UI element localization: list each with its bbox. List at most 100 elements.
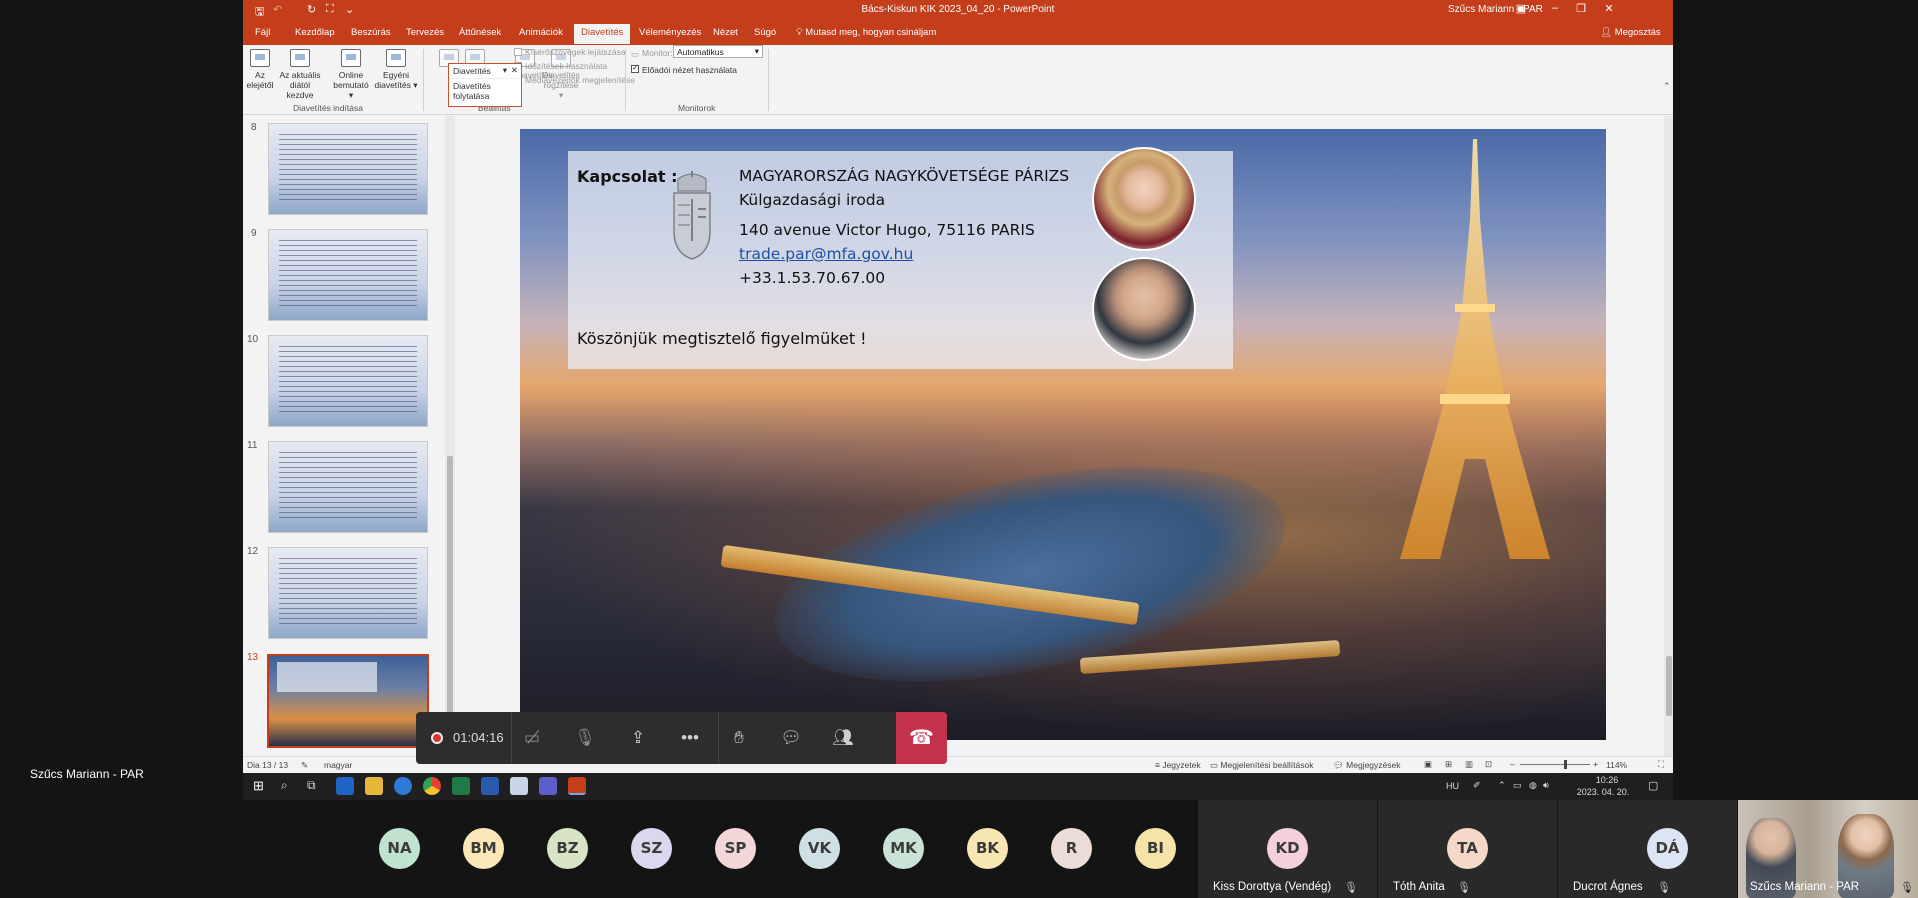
participant-tile[interactable]: DÁ Ducrot Ágnes 🎙︎ — [1558, 800, 1737, 898]
tab-review[interactable]: Véleményezés — [639, 27, 701, 38]
word-icon[interactable] — [481, 777, 499, 795]
powerpoint-icon[interactable] — [568, 777, 586, 795]
participant-avatar[interactable]: R — [1051, 828, 1092, 869]
notification-icon[interactable]: ▢ — [1648, 779, 1658, 792]
avatar-initials: BK — [975, 839, 1000, 857]
presenter-view-checkbox[interactable]: Előadói nézet használata — [631, 65, 737, 75]
hang-up-button[interactable]: ☎︎ — [896, 712, 947, 764]
video-tile[interactable]: Szűcs Mariann - PAR 🎙︎ — [1738, 800, 1918, 898]
show-hidden-icons[interactable]: ⌃ — [1498, 780, 1506, 791]
file-explorer-icon[interactable] — [365, 777, 383, 795]
participant-tile[interactable]: TA Tóth Anita 🎙︎ — [1378, 800, 1557, 898]
dropdown-item-resume-slideshow[interactable]: Diavetítés folytatása — [449, 79, 521, 103]
tab-help[interactable]: Súgó — [754, 27, 776, 38]
play-narrations-checkbox[interactable]: Kísérőszövegek lejátszása — [514, 47, 626, 57]
slide-thumbnail-13[interactable] — [267, 654, 429, 748]
display-settings-button[interactable]: ▭ Megjelenítési beállítások — [1210, 760, 1314, 771]
participant-avatar[interactable]: NA — [379, 828, 420, 869]
participant-avatar[interactable]: VK — [799, 828, 840, 869]
participant-tile[interactable]: KD Kiss Dorottya (Vendég) 🎙︎ — [1198, 800, 1377, 898]
slide-sorter-icon[interactable]: ⊞ — [1445, 759, 1452, 770]
slideshow-view-icon[interactable]: ⊡ — [1485, 759, 1492, 770]
more-options-icon[interactable]: ••• — [672, 722, 708, 754]
tab-insert[interactable]: Beszúrás — [351, 27, 391, 38]
tell-me-search[interactable]: 💡︎ Mutasd meg, hogyan csináljam — [796, 27, 936, 38]
language-indicator[interactable]: magyar — [324, 760, 352, 770]
edge-icon[interactable] — [394, 777, 412, 795]
slide-scrollbar[interactable] — [1664, 116, 1673, 756]
slide-canvas[interactable]: Kapcsolat : MAGYARORSZÁG NAGYKÖVETSÉGE P… — [520, 129, 1606, 740]
tab-transitions[interactable]: Áttűnések — [459, 27, 501, 38]
participants-icon[interactable]: 👥︎ — [825, 722, 861, 754]
normal-view-icon[interactable]: ▣ — [1424, 759, 1432, 770]
tab-slideshow[interactable]: Diavetítés — [574, 24, 631, 44]
task-view-icon[interactable]: ⧉ — [307, 778, 316, 793]
tab-animations[interactable]: Animációk — [519, 27, 563, 38]
thumbnail-number: 9 — [251, 228, 257, 239]
slide-thumbnail-10[interactable] — [268, 335, 428, 427]
from-beginning-button[interactable]: Az elejétől — [245, 49, 275, 90]
monitor-select[interactable]: Automatikus ▾ — [673, 45, 763, 58]
network-icon[interactable]: ◍ — [1529, 780, 1537, 791]
participant-avatar[interactable]: BI — [1135, 828, 1176, 869]
use-timings-checkbox[interactable]: Időzítések használata — [514, 61, 607, 71]
clock-date[interactable]: 2023. 04. 20. — [1573, 787, 1633, 797]
slide-thumbnail-11[interactable] — [268, 441, 428, 533]
participant-avatar[interactable]: BM — [463, 828, 504, 869]
excel-icon[interactable] — [452, 777, 470, 795]
zoom-slider-thumb[interactable] — [1564, 760, 1567, 769]
ribbon-display-icon[interactable]: ▣ — [1507, 2, 1535, 15]
participant-avatar[interactable]: BK — [967, 828, 1008, 869]
share-button[interactable]: 👤︎ Megosztás — [1600, 27, 1661, 38]
teams-icon[interactable] — [539, 777, 557, 795]
restore-icon[interactable]: ❐ — [1567, 2, 1595, 15]
custom-slideshow-button[interactable]: Egyéni diavetítés ▾ — [374, 49, 418, 90]
slide-thumbnail-9[interactable] — [268, 229, 428, 321]
show-media-controls-checkbox[interactable]: Médiavezérlők megjelenítése — [514, 75, 635, 85]
scrollbar-thumb[interactable] — [447, 456, 453, 741]
pen-icon[interactable]: ✐ — [1473, 780, 1481, 791]
tab-file[interactable]: Fájl — [255, 27, 270, 38]
comments-button[interactable]: 💬︎ Megjegyzések — [1333, 760, 1401, 771]
reading-view-icon[interactable]: ▥ — [1465, 759, 1473, 770]
dropdown-item-slideshow[interactable]: Diavetítés ▾ ✕ — [449, 64, 521, 79]
clock-time[interactable]: 10:26 — [1581, 775, 1633, 785]
online-present-button[interactable]: Online bemutató ▾ — [330, 49, 372, 100]
windows-start-icon[interactable]: ⊞ — [253, 778, 264, 794]
close-icon[interactable]: ✕ — [511, 65, 518, 76]
input-language[interactable]: HU — [1446, 781, 1459, 791]
mic-muted-icon[interactable]: 🎙︎ — [567, 722, 603, 754]
from-current-slide-button[interactable]: Az aktuális diától kezdve — [276, 49, 324, 100]
thumbnail-scrollbar[interactable] — [445, 116, 455, 756]
scrollbar-thumb[interactable] — [1666, 656, 1672, 716]
tab-design[interactable]: Tervezés — [406, 27, 444, 38]
zoom-out-icon[interactable]: – — [1510, 759, 1515, 769]
collapse-ribbon-icon[interactable]: ⌃ — [1663, 81, 1671, 92]
participant-avatar[interactable]: SZ — [631, 828, 672, 869]
camera-off-icon[interactable]: ▭̸ — [514, 722, 550, 754]
participant-avatar[interactable]: BZ — [547, 828, 588, 869]
fit-to-window-icon[interactable]: ⛶ — [1658, 759, 1664, 770]
zoom-level[interactable]: 114% — [1606, 760, 1627, 770]
chrome-icon[interactable] — [423, 777, 441, 795]
participant-avatar[interactable]: MK — [883, 828, 924, 869]
search-icon[interactable]: ⌕ — [281, 778, 288, 793]
chat-icon[interactable]: 💬︎ — [773, 722, 809, 754]
email-link[interactable]: trade.par@mfa.gov.hu — [739, 245, 913, 263]
participant-avatar[interactable]: SP — [715, 828, 756, 869]
slide-thumbnail-8[interactable] — [268, 123, 428, 215]
close-icon[interactable]: ✕ — [1595, 2, 1623, 15]
tab-view[interactable]: Nézet — [713, 27, 738, 38]
share-screen-icon[interactable]: ⇪ — [620, 722, 656, 754]
notes-button[interactable]: ≡ Jegyzetek — [1155, 760, 1201, 770]
outlook-icon[interactable] — [336, 777, 354, 795]
volume-icon[interactable]: 🔊︎ — [1543, 780, 1549, 791]
slide-thumbnail-12[interactable] — [268, 547, 428, 639]
minimize-icon[interactable]: – — [1541, 2, 1569, 14]
tab-home[interactable]: Kezdőlap — [295, 27, 335, 38]
document-icon[interactable] — [510, 777, 528, 795]
zoom-in-icon[interactable]: + — [1593, 759, 1598, 769]
proofing-icon[interactable]: ✎ — [301, 760, 308, 771]
raise-hand-icon[interactable]: ✋︎ — [721, 722, 757, 754]
zoom-slider[interactable] — [1520, 760, 1590, 769]
